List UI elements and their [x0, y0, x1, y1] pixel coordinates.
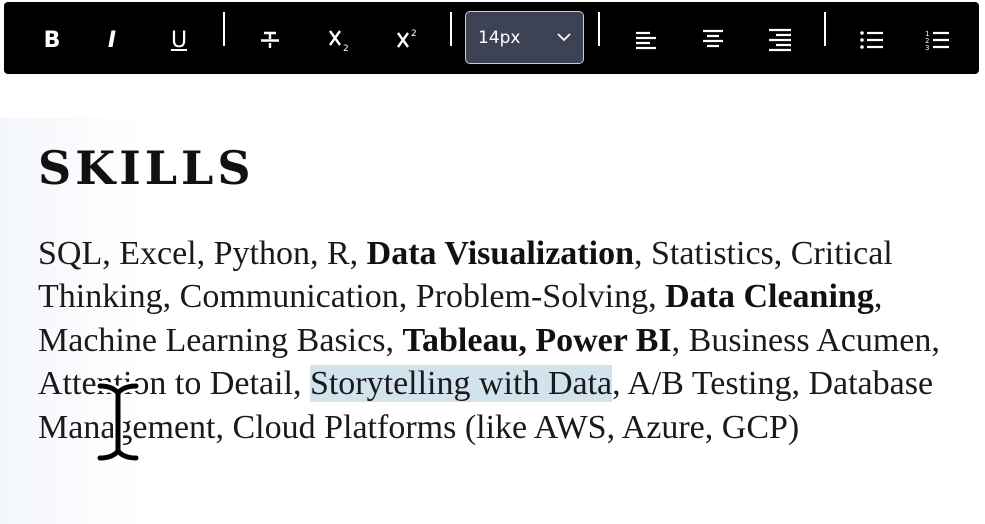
align-center-button[interactable]	[693, 20, 733, 60]
numbered-list-icon: 1 2 3	[925, 30, 949, 52]
align-right-icon	[769, 28, 791, 52]
toolbar-separator	[450, 12, 452, 46]
skills-paragraph[interactable]: SQL, Excel, Python, R, Data Visualizatio…	[38, 232, 958, 449]
formatting-toolbar: B I U 2 2 14px 1 2 3	[4, 2, 979, 74]
italic-icon: I	[107, 27, 117, 53]
svg-text:2: 2	[343, 44, 349, 53]
bold-text-run: Tableau, Power BI	[402, 321, 672, 359]
highlighted-text-run: Storytelling with Data	[309, 365, 613, 403]
align-center-icon	[703, 29, 723, 48]
underline-button[interactable]: U	[159, 20, 199, 60]
bold-text-run: Data Visualization	[366, 235, 634, 272]
bulleted-list-button[interactable]	[852, 20, 892, 60]
bold-icon: B	[43, 27, 61, 53]
numbered-list-button[interactable]: 1 2 3	[918, 20, 958, 60]
chevron-down-icon	[557, 33, 571, 42]
strikethrough-button[interactable]	[250, 20, 290, 60]
svg-text:2: 2	[411, 29, 417, 39]
text-cursor-icon	[96, 381, 140, 463]
align-left-icon	[636, 31, 656, 50]
italic-button[interactable]: I	[92, 20, 132, 60]
superscript-button[interactable]: 2	[388, 20, 428, 60]
font-size-value: 14px	[478, 27, 521, 48]
section-heading: SKILLS	[38, 141, 255, 195]
svg-text:3: 3	[925, 44, 929, 52]
toolbar-separator	[598, 12, 600, 46]
bold-text-run: Data Cleaning	[665, 278, 874, 316]
subscript-icon: 2	[329, 30, 349, 53]
align-right-button[interactable]	[760, 20, 800, 60]
superscript-icon: 2	[397, 29, 417, 48]
align-left-button[interactable]	[626, 20, 666, 60]
text-run: SQL, Excel, Python, R,	[38, 235, 367, 272]
strikethrough-icon	[261, 31, 279, 48]
bulleted-list-icon	[860, 31, 883, 49]
bold-button[interactable]: B	[32, 20, 72, 60]
toolbar-separator	[223, 12, 225, 46]
font-size-select[interactable]: 14px	[465, 11, 584, 64]
subscript-button[interactable]: 2	[320, 20, 360, 60]
underline-icon: U	[170, 27, 188, 53]
toolbar-separator	[824, 12, 826, 46]
